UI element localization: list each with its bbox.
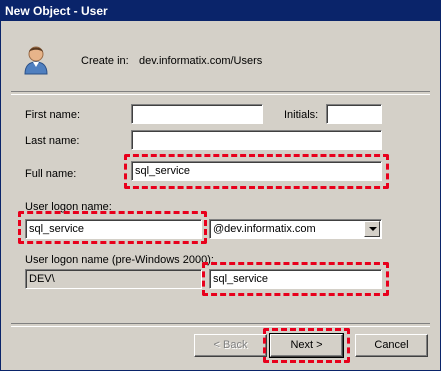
chevron-down-icon[interactable] xyxy=(364,221,380,237)
next-highlight xyxy=(263,328,350,363)
full-name-label: Full name: xyxy=(25,168,77,180)
logon-name-highlight xyxy=(18,211,207,244)
user-icon xyxy=(24,46,48,75)
last-name-field[interactable] xyxy=(131,130,382,150)
first-name-label: First name: xyxy=(25,109,81,121)
domain-select[interactable]: @dev.informatix.com xyxy=(209,219,382,239)
pre2000-highlight xyxy=(202,262,389,296)
last-name-label: Last name: xyxy=(25,135,80,147)
pre2000-domain-field: DEV\ xyxy=(25,269,202,289)
window-title: New Object - User xyxy=(1,1,440,21)
new-object-user-dialog: New Object - User Create in: dev.informa… xyxy=(0,0,441,371)
separator-bottom xyxy=(11,323,430,327)
initials-label: Initials: xyxy=(284,109,319,121)
initials-field[interactable] xyxy=(326,104,382,124)
separator xyxy=(11,91,430,95)
dialog-body: Create in: dev.informatix.com/Users Firs… xyxy=(3,23,438,368)
back-button[interactable]: < Back xyxy=(194,334,267,357)
create-in-label: Create in: xyxy=(81,55,129,67)
pre2000-label: User logon name (pre-Windows 2000): xyxy=(25,254,214,266)
full-name-highlight xyxy=(124,154,389,189)
create-in-path: dev.informatix.com/Users xyxy=(139,55,263,67)
domain-select-value: @dev.informatix.com xyxy=(213,223,316,235)
first-name-field[interactable] xyxy=(131,104,263,124)
cancel-button[interactable]: Cancel xyxy=(355,334,428,357)
